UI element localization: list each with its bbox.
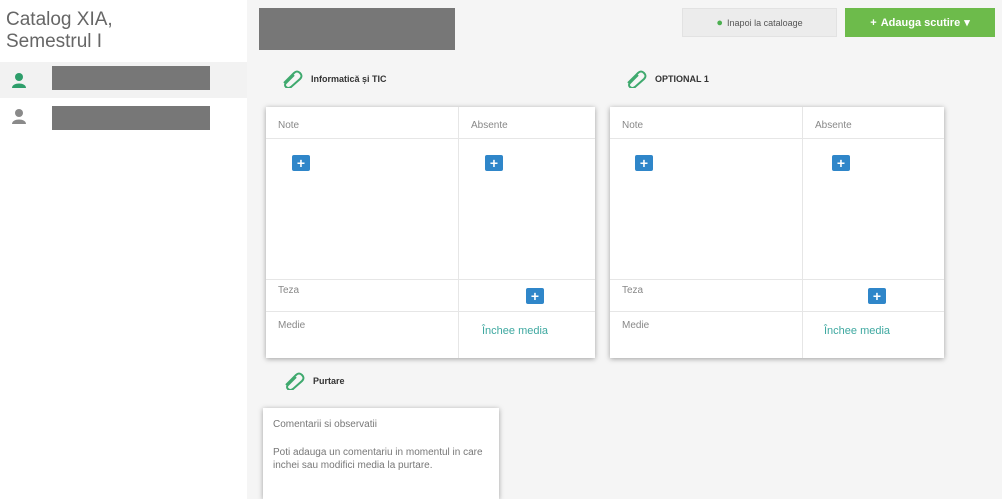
add-thesis-button[interactable]: +	[526, 288, 544, 304]
catalog-title: Catalog XIA, Semestrul I	[6, 9, 113, 53]
paperclip-icon	[627, 70, 647, 88]
add-grade-button[interactable]: +	[292, 155, 310, 171]
average-label: Medie	[622, 320, 650, 331]
divider	[610, 311, 944, 312]
subject-name: OPTIONAL 1	[655, 74, 709, 84]
conduct-title: Purtare	[313, 376, 345, 386]
catalog-title-line2: Semestrul I	[6, 31, 103, 52]
student-name-redacted	[52, 66, 210, 90]
thesis-label: Teza	[278, 285, 300, 296]
comments-body: Poti adauga un comentariu in momentul in…	[273, 447, 483, 471]
subject-title-informatica: Informatică și TIC	[281, 70, 387, 88]
divider	[458, 107, 459, 358]
add-exemption-label: Adauga scutire	[880, 16, 961, 29]
subject-title-conduct: Purtare	[283, 372, 345, 390]
student-row-2[interactable]	[0, 98, 247, 134]
divider	[802, 107, 803, 358]
chevron-down-icon: ▾	[964, 17, 970, 29]
student-row-1[interactable]	[0, 62, 247, 98]
grades-header: Note	[278, 120, 300, 131]
comments-header: Comentarii si observatii	[273, 419, 377, 430]
add-absence-button[interactable]: +	[832, 155, 850, 171]
user-icon	[12, 109, 26, 124]
average-label: Medie	[278, 320, 306, 331]
back-to-catalogs-label: Inapoi la cataloage	[727, 17, 803, 28]
add-exemption-button[interactable]: + Adauga scutire ▾	[845, 8, 995, 37]
absences-header: Absente	[471, 120, 508, 131]
subject-card-informatica: Note Absente + + Teza + Medie Închee med…	[266, 107, 595, 358]
close-average-link[interactable]: Închee media	[824, 325, 890, 337]
add-absence-button[interactable]: +	[485, 155, 503, 171]
divider	[266, 138, 595, 139]
divider	[610, 138, 944, 139]
subject-name: Informatică și TIC	[311, 74, 387, 84]
thesis-label: Teza	[622, 285, 644, 296]
paperclip-icon	[283, 70, 303, 88]
catalog-title-line1: Catalog XIA,	[6, 9, 113, 30]
divider	[266, 279, 595, 280]
back-to-catalogs-button[interactable]: ● Inapoi la cataloage	[682, 8, 837, 37]
divider	[266, 311, 595, 312]
divider	[610, 279, 944, 280]
add-thesis-button[interactable]: +	[868, 288, 886, 304]
student-name-redacted	[52, 106, 210, 130]
comments-card: Comentarii si observatii Poti adauga un …	[263, 408, 499, 499]
paperclip-icon	[285, 372, 305, 390]
back-icon: ●	[716, 16, 724, 29]
user-icon	[12, 73, 26, 88]
sidebar: Catalog XIA, Semestrul I	[0, 0, 247, 499]
redacted-header	[259, 8, 455, 50]
absences-header: Absente	[815, 120, 852, 131]
subject-card-optional: Note Absente + + Teza + Medie Închee med…	[610, 107, 944, 358]
add-grade-button[interactable]: +	[635, 155, 653, 171]
plus-icon: +	[870, 16, 877, 29]
subject-title-optional: OPTIONAL 1	[625, 70, 709, 88]
close-average-link[interactable]: Închee media	[482, 325, 548, 337]
grades-header: Note	[622, 120, 644, 131]
